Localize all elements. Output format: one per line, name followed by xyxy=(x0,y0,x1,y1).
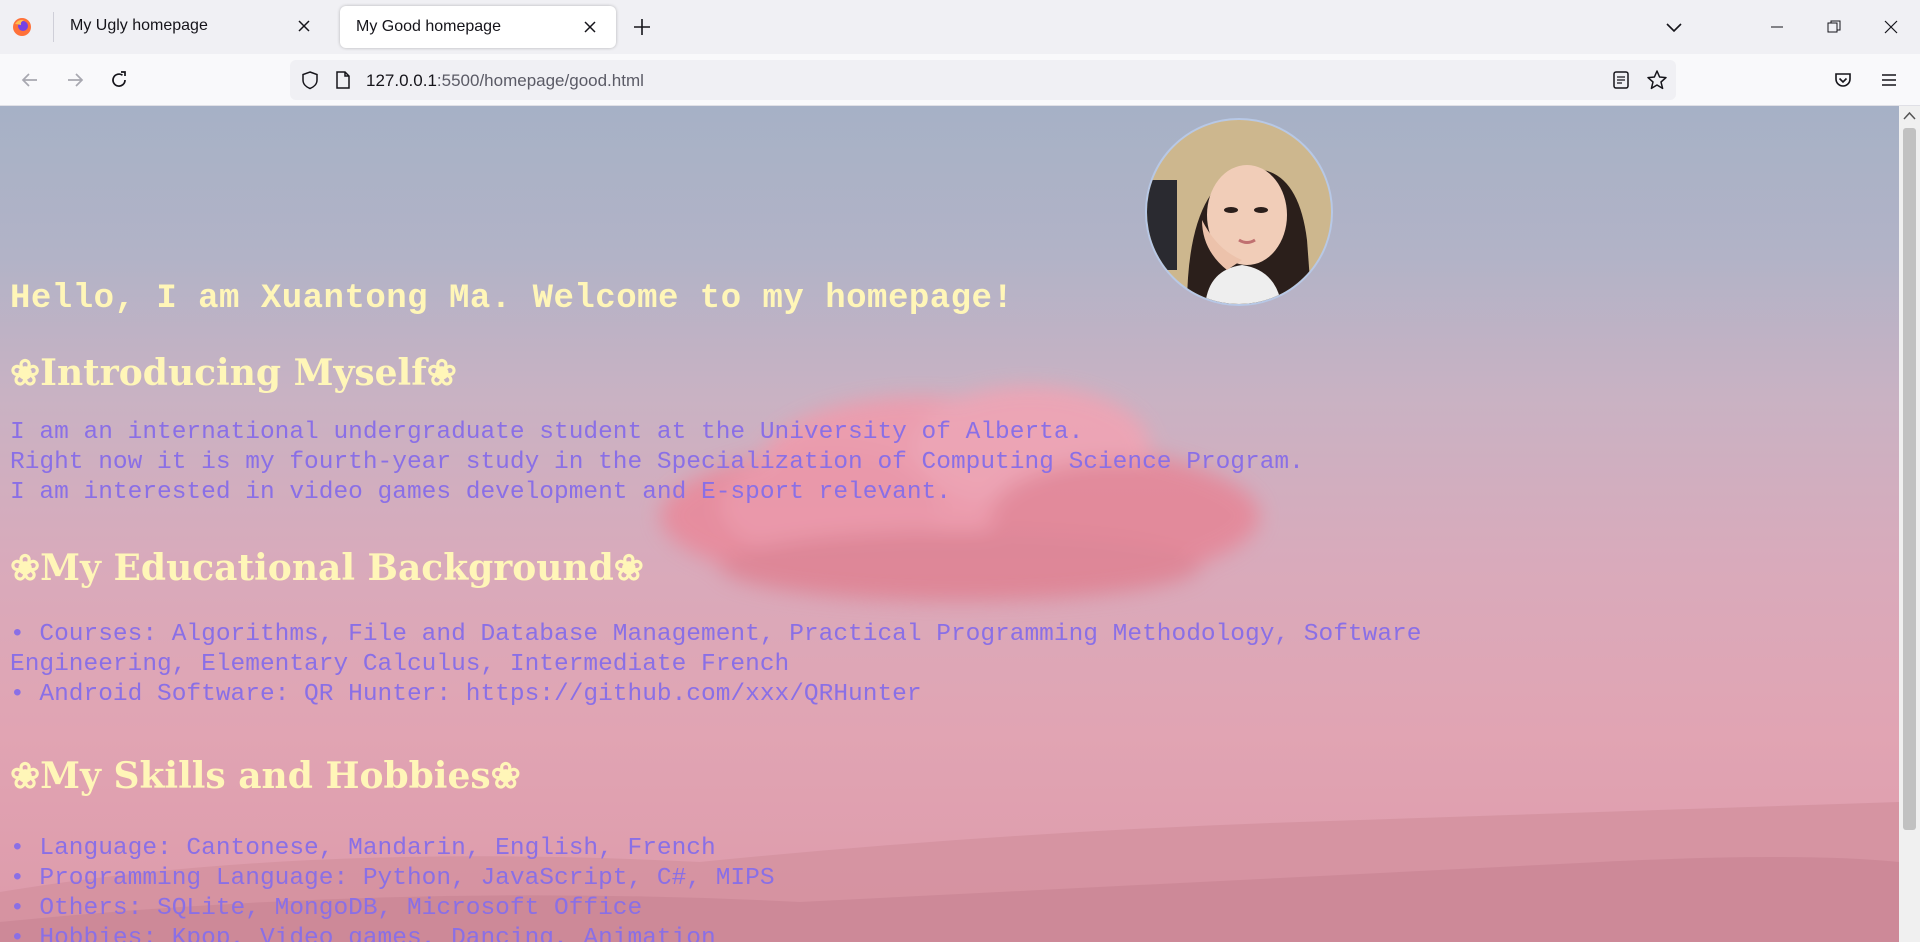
url-host: 127.0.0.1 xyxy=(366,71,437,90)
skills-line: • Programming Language: Python, JavaScri… xyxy=(10,865,775,892)
url-text[interactable]: 127.0.0.1:5500/homepage/good.html xyxy=(366,71,644,91)
tab-title: My Good homepage xyxy=(356,18,501,35)
minimize-icon[interactable] xyxy=(1764,14,1790,40)
url-bar[interactable]: 127.0.0.1:5500/homepage/good.html xyxy=(290,60,1676,100)
profile-photo xyxy=(1145,118,1333,306)
close-icon[interactable] xyxy=(580,17,600,37)
tab-good-homepage[interactable]: My Good homepage xyxy=(340,6,616,48)
arrow-left-icon[interactable] xyxy=(18,68,42,92)
page-viewport: Hello, I am Xuantong Ma. Welcome to my h… xyxy=(0,106,1899,942)
pocket-icon[interactable] xyxy=(1831,68,1855,92)
reader-view-icon[interactable] xyxy=(1612,70,1630,90)
section-title-introducing-myself: ❀Introducing Myself❀ xyxy=(10,352,457,394)
section-title-educational-background: ❀My Educational Background❀ xyxy=(10,547,644,589)
firefox-icon[interactable] xyxy=(12,17,32,37)
arrow-right-icon[interactable] xyxy=(63,68,87,92)
url-path: :5500/homepage/good.html xyxy=(436,71,644,90)
hamburger-menu-icon[interactable] xyxy=(1877,68,1901,92)
education-line: • Android Software: QR Hunter: https://g… xyxy=(10,681,922,708)
greeting-heading: Hello, I am Xuantong Ma. Welcome to my h… xyxy=(10,280,1014,318)
shield-icon[interactable] xyxy=(300,70,320,90)
skills-line: • Language: Cantonese, Mandarin, English… xyxy=(10,835,716,862)
skills-line: • Others: SQLite, MongoDB, Microsoft Off… xyxy=(10,895,643,922)
vertical-scrollbar[interactable] xyxy=(1899,106,1920,942)
tab-strip: My Ugly homepage My Good homepage xyxy=(0,0,1920,54)
star-icon[interactable] xyxy=(1646,69,1668,91)
intro-line: Right now it is my fourth-year study in … xyxy=(10,449,1304,476)
scroll-up-icon[interactable] xyxy=(1903,110,1916,122)
tab-ugly-homepage[interactable]: My Ugly homepage xyxy=(54,5,330,47)
intro-line: I am an international undergraduate stud… xyxy=(10,419,1084,446)
chevron-down-icon[interactable] xyxy=(1663,16,1685,38)
close-icon[interactable] xyxy=(294,16,314,36)
education-line: • Courses: Algorithms, File and Database… xyxy=(10,621,1422,648)
scrollbar-thumb[interactable] xyxy=(1903,128,1916,830)
section-title-skills-and-hobbies: ❀My Skills and Hobbies❀ xyxy=(10,755,521,797)
reload-icon[interactable] xyxy=(107,68,131,92)
page-icon[interactable] xyxy=(334,70,352,90)
tab-title: My Ugly homepage xyxy=(70,17,208,34)
navigation-bar: 127.0.0.1:5500/homepage/good.html xyxy=(0,54,1920,106)
education-line: Engineering, Elementary Calculus, Interm… xyxy=(10,651,790,678)
restore-icon[interactable] xyxy=(1821,14,1847,40)
close-window-icon[interactable] xyxy=(1878,14,1904,40)
skills-line: • Hobbies: Kpop, Video games, Dancing, A… xyxy=(10,925,716,942)
intro-line: I am interested in video games developme… xyxy=(10,479,951,506)
new-tab-icon[interactable] xyxy=(630,15,654,39)
